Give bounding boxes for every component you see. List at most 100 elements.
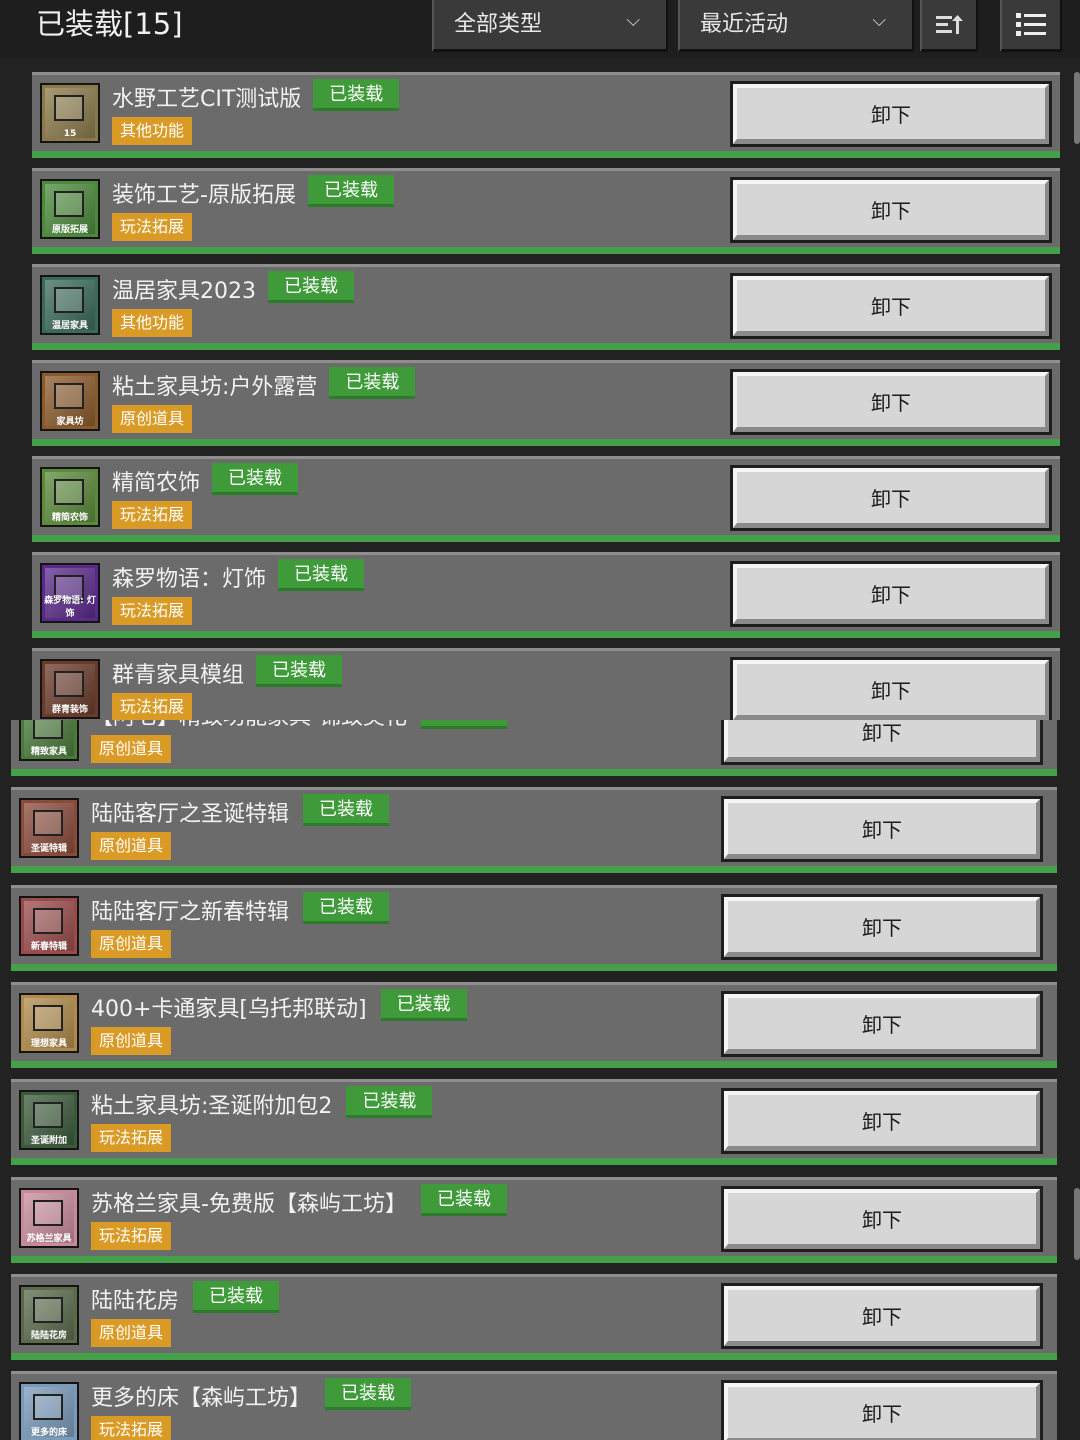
thumbnail-caption: 苏格兰家具 bbox=[26, 1233, 72, 1244]
thumbnail-caption: 原版拓展 bbox=[51, 225, 88, 235]
scrollbar-thumb[interactable] bbox=[1074, 1188, 1080, 1260]
unload-button[interactable]: 卸下 bbox=[721, 893, 1043, 960]
installed-badge: 已装载 bbox=[303, 794, 390, 827]
thumbnail-caption: 精简农饰 bbox=[51, 513, 88, 523]
category-tag: 玩法拓展 bbox=[112, 693, 193, 720]
thumbnail-caption: 陆陆花房 bbox=[30, 1330, 67, 1341]
thumbnail-caption: 精致家具 bbox=[30, 747, 67, 757]
addon-name: 装饰工艺-原版拓展 bbox=[112, 183, 296, 208]
unload-button[interactable]: 卸下 bbox=[730, 81, 1052, 147]
unload-button-label: 卸下 bbox=[724, 1091, 1040, 1152]
thumbnail-caption: 森罗物语: 灯饰 bbox=[44, 596, 96, 619]
addon-name: 粘土家具坊:户外露营 bbox=[112, 375, 318, 400]
installed-badge: 已装载 bbox=[193, 1280, 280, 1313]
sort-order-button[interactable] bbox=[920, 0, 978, 52]
scrollbar-thumb[interactable] bbox=[1074, 72, 1080, 144]
unload-button-label: 卸下 bbox=[724, 993, 1040, 1054]
unload-button[interactable]: 卸下 bbox=[730, 177, 1052, 243]
chevron-down-icon: ⌵ bbox=[872, 10, 886, 31]
sort-label: 最近活动 bbox=[700, 12, 789, 37]
unload-button[interactable]: 卸下 bbox=[730, 561, 1052, 627]
sort-dropdown[interactable]: 最近活动 ⌵ bbox=[678, 0, 914, 52]
category-tag: 原创道具 bbox=[91, 832, 172, 861]
addon-list-upper[interactable]: 15 水野工艺CIT测试版 已装载 其他功能 卸下 原版拓展 装饰工艺-原版拓展 已装载 玩法拓… bbox=[0, 58, 1080, 720]
addon-thumbnail: 家具坊 bbox=[40, 371, 100, 431]
addon-name: 苏格兰家具-免费版【森屿工坊】 bbox=[91, 1191, 407, 1217]
addon-list-item: 理想家具 400+卡通家具[乌托邦联动] 已装载 原创道具 卸下 bbox=[11, 981, 1057, 1068]
installed-badge: 已装载 bbox=[256, 655, 343, 687]
addon-list-item: 温居家具 温居家具2023 已装载其他功能 卸下 bbox=[32, 264, 1060, 350]
unload-button[interactable]: 卸下 bbox=[730, 273, 1052, 339]
unload-button[interactable]: 卸下 bbox=[721, 1380, 1043, 1440]
addon-name: 【阿七】精致功能家具-锦致美化 bbox=[91, 720, 407, 731]
category-tag: 玩法拓展 bbox=[112, 597, 193, 625]
thumbnail-caption: 家具坊 bbox=[56, 417, 84, 427]
addon-thumbnail: 圣诞特辑 bbox=[19, 798, 79, 859]
thumbnail-caption: 更多的床 bbox=[30, 1428, 67, 1439]
thumbnail-caption: 圣诞附加 bbox=[30, 1136, 67, 1147]
addon-list-item: 原版拓展 装饰工艺-原版拓展 已装载玩法拓展 卸下 bbox=[32, 168, 1060, 254]
top-bar: 已装载[15] 全部类型 ⌵ 最近活动 ⌵ bbox=[0, 0, 1080, 58]
addon-list-item: 家具坊 粘土家具坊:户外露营 已装载原创道具 卸下 bbox=[32, 360, 1060, 446]
addon-thumbnail: 温居家具 bbox=[40, 275, 100, 335]
unload-button[interactable]: 卸下 bbox=[721, 796, 1043, 863]
thumbnail-caption: 理想家具 bbox=[30, 1038, 67, 1049]
unload-button[interactable]: 卸下 bbox=[730, 369, 1052, 435]
installed-badge: 已装载 bbox=[329, 367, 416, 399]
addon-name: 水野工艺CIT测试版 bbox=[112, 87, 302, 112]
unload-button[interactable]: 卸下 bbox=[721, 720, 1043, 765]
addon-thumbnail: 陆陆花房 bbox=[19, 1284, 79, 1345]
installed-badge: 已装载 bbox=[325, 1378, 412, 1411]
thumbnail-caption: 圣诞特辑 bbox=[30, 844, 67, 855]
type-filter-dropdown[interactable]: 全部类型 ⌵ bbox=[432, 0, 668, 52]
addon-thumbnail: 理想家具 bbox=[19, 992, 79, 1053]
unload-button[interactable]: 卸下 bbox=[721, 1282, 1043, 1349]
addon-name: 温居家具2023 bbox=[112, 279, 256, 304]
category-tag: 玩法拓展 bbox=[91, 1416, 172, 1440]
installed-badge: 已装载 bbox=[420, 1183, 507, 1216]
view-mode-button[interactable] bbox=[1000, 0, 1062, 52]
addon-thumbnail: 苏格兰家具 bbox=[19, 1187, 79, 1248]
category-tag: 其他功能 bbox=[112, 309, 193, 337]
installed-badge: 已装载 bbox=[212, 463, 299, 495]
addon-list-lower[interactable]: 精致家具【阿七】精致功能家具-锦致美化已装载原创道具卸下圣诞特辑陆陆客厅之圣诞特… bbox=[0, 720, 1080, 1440]
unload-button-label: 卸下 bbox=[733, 180, 1049, 240]
unload-button[interactable]: 卸下 bbox=[721, 990, 1043, 1057]
category-tag: 原创道具 bbox=[112, 405, 193, 433]
addon-thumbnail: 群青装饰 bbox=[40, 659, 100, 719]
installed-badge: 已装载 bbox=[307, 175, 394, 207]
addon-list-item: 15 水野工艺CIT测试版 已装载 其他功能 卸下 bbox=[32, 72, 1060, 158]
addon-name: 森罗物语：灯饰 bbox=[112, 567, 267, 592]
addon-thumbnail: 森罗物语: 灯饰 bbox=[40, 563, 100, 623]
addon-thumbnail: 更多的床 bbox=[19, 1382, 79, 1440]
installed-badge: 已装载 bbox=[278, 559, 365, 591]
addon-thumbnail: 新春特辑 bbox=[19, 895, 79, 956]
unload-button-label: 卸下 bbox=[724, 896, 1040, 957]
category-tag: 原创道具 bbox=[91, 929, 172, 958]
unload-button-label: 卸下 bbox=[724, 1188, 1040, 1249]
addon-name: 陆陆花房 bbox=[91, 1288, 180, 1314]
category-tag: 玩法拓展 bbox=[91, 1221, 172, 1250]
unload-button-label: 卸下 bbox=[724, 720, 1040, 762]
installed-badge: 已装载 bbox=[268, 271, 354, 303]
installed-badge: 已装载 bbox=[346, 1086, 433, 1119]
category-tag: 玩法拓展 bbox=[112, 213, 193, 241]
thumbnail-caption: 群青装饰 bbox=[51, 705, 88, 715]
addon-list-item: 森罗物语: 灯饰 森罗物语：灯饰 已装载玩法拓展 卸下 bbox=[32, 552, 1060, 638]
addon-list-item: 圣诞特辑 陆陆客厅之圣诞特辑 已装载 原创道具 卸下 bbox=[11, 787, 1057, 874]
addon-thumbnail: 15 bbox=[40, 83, 100, 143]
unload-button[interactable]: 卸下 bbox=[721, 1185, 1043, 1252]
unload-button[interactable]: 卸下 bbox=[730, 465, 1052, 531]
addon-name: 更多的床【森屿工坊】 bbox=[91, 1386, 312, 1412]
unload-button-label: 卸下 bbox=[733, 276, 1049, 336]
unload-button[interactable]: 卸下 bbox=[730, 657, 1052, 720]
addon-list-item: 苏格兰家具 苏格兰家具-免费版【森屿工坊】 已装载玩法拓展 卸下 bbox=[11, 1176, 1057, 1263]
category-tag: 原创道具 bbox=[91, 735, 172, 763]
thumbnail-caption: 新春特辑 bbox=[30, 941, 67, 952]
unload-button[interactable]: 卸下 bbox=[721, 1088, 1043, 1155]
unload-button-label: 卸下 bbox=[733, 564, 1049, 624]
addon-list-item: 新春特辑 陆陆客厅之新春特辑 已装载 原创道具 卸下 bbox=[11, 884, 1057, 971]
category-tag: 其他功能 bbox=[112, 117, 193, 145]
list-view-icon bbox=[1016, 12, 1046, 36]
thumbnail-caption: 温居家具 bbox=[51, 321, 88, 331]
